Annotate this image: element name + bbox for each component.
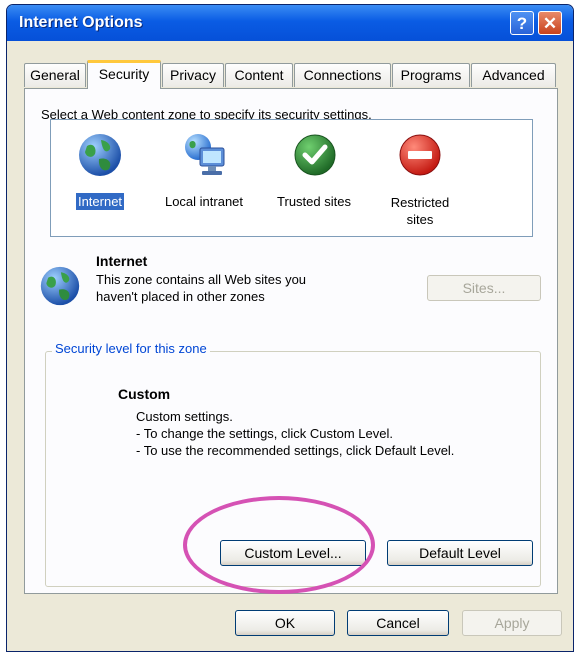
ok-button[interactable]: OK (235, 610, 335, 636)
security-level-line3: - To use the recommended settings, click… (136, 443, 455, 458)
window-title: Internet Options (19, 14, 143, 31)
tab-advanced[interactable]: Advanced (471, 63, 556, 87)
apply-button[interactable]: Apply (462, 610, 562, 636)
tab-connections[interactable]: Connections (294, 63, 391, 87)
tab-privacy[interactable]: Privacy (162, 63, 224, 87)
tab-security[interactable]: Security (87, 60, 161, 89)
restricted-icon (399, 134, 441, 176)
zone-info-line2: haven't placed in other zones (96, 289, 265, 304)
zone-label-trusted-sites: Trusted sites (277, 194, 351, 209)
security-level-line2: - To change the settings, click Custom L… (136, 426, 393, 441)
tab-programs[interactable]: Programs (392, 63, 470, 87)
cancel-button[interactable]: Cancel (347, 610, 449, 636)
default-level-button[interactable]: Default Level (387, 540, 533, 566)
tab-general[interactable]: General (24, 63, 86, 87)
zone-local-intranet[interactable]: Local intranet (156, 132, 252, 222)
checkmark-icon (294, 134, 336, 176)
zone-info-title: Internet (96, 253, 148, 269)
highlight-circle (183, 496, 375, 594)
security-level-group-title: Security level for this zone (52, 341, 210, 356)
security-level-line1: Custom settings. (136, 409, 233, 424)
help-button[interactable]: ? (510, 11, 534, 35)
zone-label-internet: Internet (75, 193, 125, 210)
title-bar[interactable]: Internet Options ? ✕ (7, 5, 573, 41)
close-button[interactable]: ✕ (538, 11, 562, 35)
zone-list[interactable]: Internet Local intranet Trusted sites Re… (50, 119, 533, 237)
zone-label-local-intranet: Local intranet (164, 194, 244, 209)
zone-trusted-sites[interactable]: Trusted sites (269, 132, 359, 222)
zone-internet[interactable]: Internet (65, 132, 135, 222)
zone-restricted-sites[interactable]: Restricted sites (380, 132, 460, 227)
globe-icon (79, 134, 121, 176)
zone-label-restricted-sites: Restricted sites (390, 195, 450, 227)
intranet-icon (185, 134, 225, 175)
tab-content[interactable]: Content (225, 63, 293, 87)
security-level-name: Custom (118, 386, 171, 402)
sites-button[interactable]: Sites... (427, 275, 541, 301)
zone-info-line1: This zone contains all Web sites you (96, 272, 307, 287)
zone-info-globe-icon (40, 266, 80, 306)
